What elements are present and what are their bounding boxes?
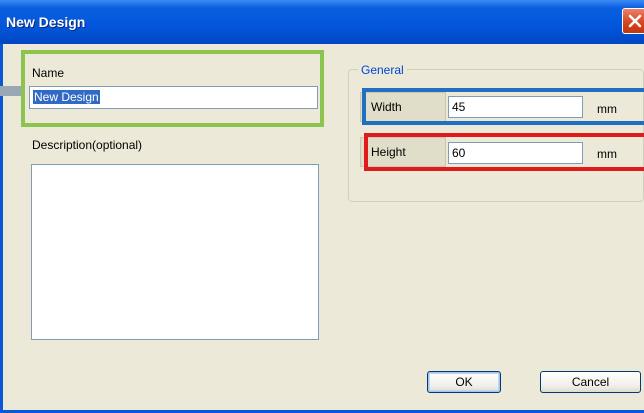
cancel-button[interactable]: Cancel	[540, 371, 641, 393]
window-frame-left	[0, 44, 3, 413]
width-highlight-box	[362, 88, 644, 125]
description-label: Description(optional)	[32, 138, 143, 152]
window-title: New Design	[6, 14, 86, 30]
height-highlight-box	[364, 133, 644, 171]
description-textarea[interactable]	[31, 164, 319, 340]
name-highlight-box	[21, 50, 324, 127]
general-group-title: General	[358, 63, 407, 77]
close-icon	[628, 14, 642, 28]
ok-button[interactable]: OK	[427, 371, 501, 393]
close-button[interactable]	[622, 8, 644, 34]
highlight-connector	[0, 86, 22, 96]
title-bar: New Design	[0, 0, 644, 44]
